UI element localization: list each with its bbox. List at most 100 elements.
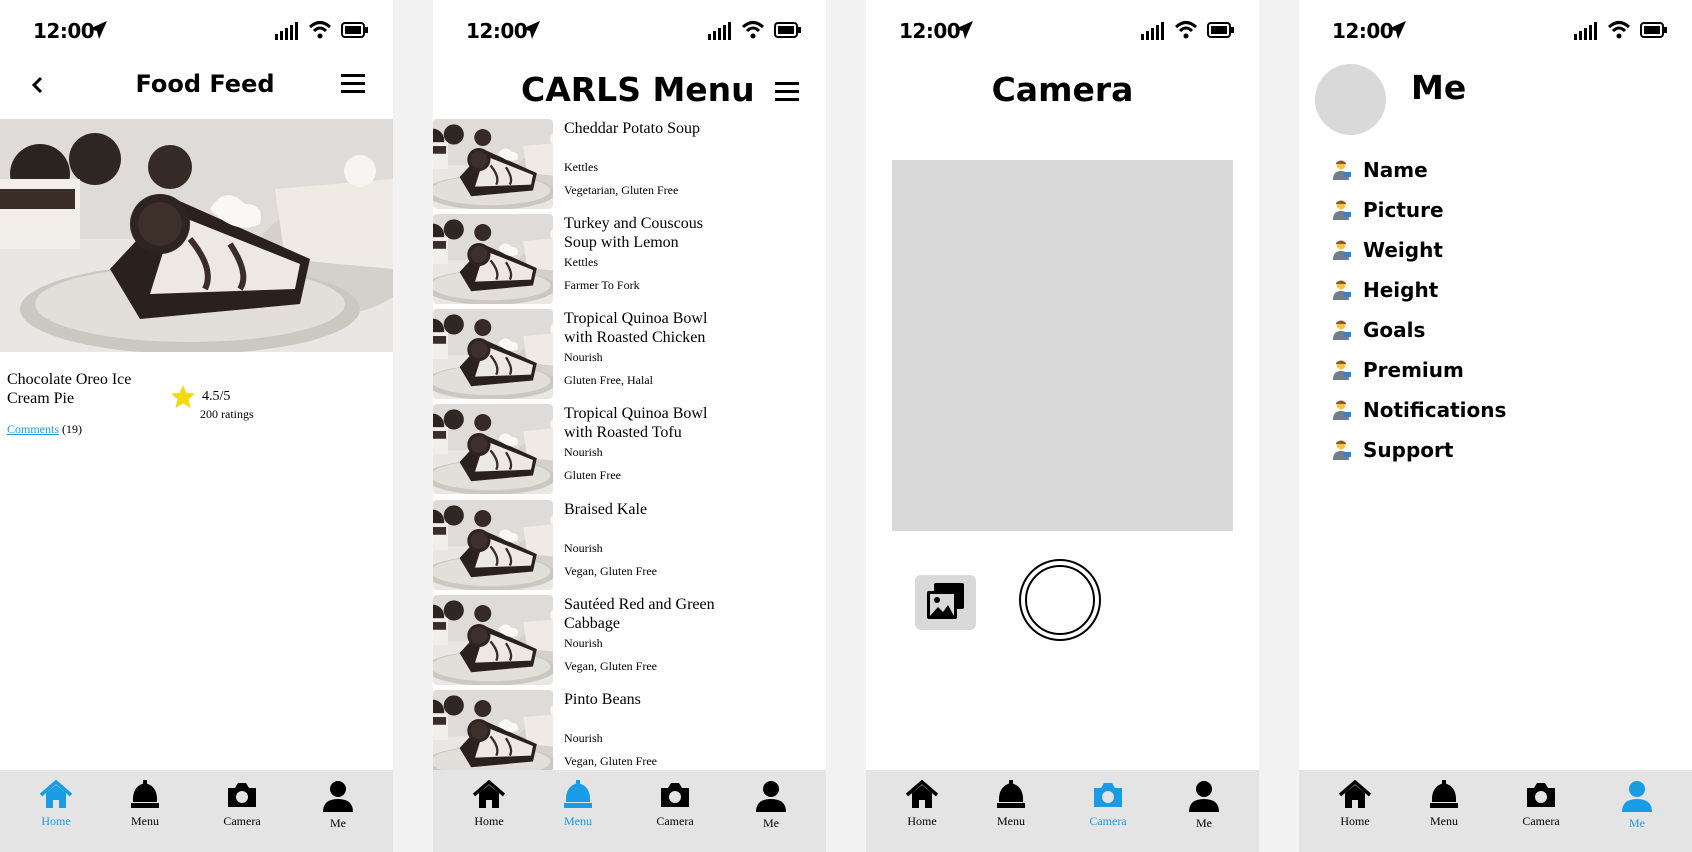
camera-icon (1527, 783, 1555, 807)
tab-bar: Home Menu Camera Me (433, 770, 826, 852)
me-item-name[interactable]: Name (1331, 155, 1428, 185)
status-time: 12:00 (33, 19, 95, 43)
battery-icon (341, 22, 368, 38)
wifi-icon (1174, 21, 1198, 39)
shutter-inner-ring (1025, 565, 1095, 635)
menu-item[interactable]: Braised Kale Nourish Vegan, Gluten Free (433, 500, 826, 590)
person-emoji-icon (1333, 160, 1351, 180)
food-name: Chocolate Oreo Ice Cream Pie (7, 371, 132, 407)
tab-home[interactable]: Home (882, 780, 962, 829)
chef-hat-icon (131, 780, 159, 808)
me-item-picture[interactable]: Picture (1331, 195, 1444, 225)
status-bar: 12:00 (1299, 0, 1692, 60)
battery-icon (774, 22, 801, 38)
tab-home[interactable]: Home (1315, 780, 1395, 829)
me-item-notifications[interactable]: Notifications (1331, 395, 1506, 425)
tab-me[interactable]: Me (1164, 780, 1244, 831)
menu-item-tags: Vegetarian, Gluten Free (564, 183, 679, 197)
menu-item[interactable]: Cheddar Potato Soup Kettles Vegetarian, … (433, 119, 826, 209)
location-icon (89, 21, 107, 39)
menu-screen: 12:00 CARLS Menu Cheddar Potato Soup Ket… (433, 0, 826, 852)
location-icon (955, 21, 973, 39)
page-title: Camera (991, 70, 1134, 109)
menu-item-name: Pinto Beans (564, 691, 641, 708)
menu-item-location: Nourish (564, 541, 603, 555)
tab-camera[interactable]: Camera (1068, 780, 1148, 829)
comments-link[interactable]: Comments (7, 422, 59, 436)
tab-menu[interactable]: Menu (538, 780, 618, 829)
tab-home[interactable]: Home (449, 780, 529, 829)
tab-camera[interactable]: Camera (202, 780, 282, 829)
menu-item[interactable]: Sautéed Red and Green Cabbage Nourish Ve… (433, 595, 826, 685)
tab-menu[interactable]: Menu (971, 780, 1051, 829)
wifi-icon (308, 21, 332, 39)
page-title: CARLS Menu (521, 70, 755, 109)
person-icon (756, 781, 786, 812)
menu-item[interactable]: Tropical Quinoa Bowl with Roasted Chicke… (433, 309, 826, 399)
rating-value: 4.5/5 (202, 389, 231, 404)
hamburger-menu-icon[interactable] (341, 74, 365, 94)
menu-item[interactable]: Turkey and Couscous Soup with Lemon Kett… (433, 214, 826, 304)
menu-item-location: Kettles (564, 160, 598, 174)
menu-item-name: Cheddar Potato Soup (564, 120, 700, 137)
status-time: 12:00 (1332, 19, 1394, 43)
me-item-support[interactable]: Support (1331, 435, 1453, 465)
camera-icon (661, 783, 689, 807)
me-item-goals[interactable]: Goals (1331, 315, 1425, 345)
star-icon (171, 385, 195, 408)
menu-item-location: Nourish (564, 731, 603, 745)
status-bar: 12:00 (866, 0, 1259, 60)
tab-home[interactable]: Home (16, 780, 96, 829)
location-icon (1388, 21, 1406, 39)
camera-icon (228, 783, 256, 807)
menu-item-tags: Gluten Free, Halal (564, 373, 653, 387)
menu-item-name: Tropical Quinoa Bowl with Roasted Chicke… (564, 310, 708, 346)
tab-camera[interactable]: Camera (1501, 780, 1581, 829)
comments-row: Comments (19) (7, 422, 82, 437)
page-title: Me (1411, 68, 1467, 107)
person-emoji-icon (1333, 200, 1351, 220)
person-emoji-icon (1333, 320, 1351, 340)
wifi-icon (741, 21, 765, 39)
me-item-weight[interactable]: Weight (1331, 235, 1443, 265)
tab-camera[interactable]: Camera (635, 780, 715, 829)
hamburger-menu-icon[interactable] (775, 82, 799, 102)
menu-item-location: Nourish (564, 445, 603, 459)
signal-icon (275, 22, 298, 40)
tab-me[interactable]: Me (298, 780, 378, 831)
tab-me[interactable]: Me (1597, 780, 1677, 831)
comments-count: (19) (62, 422, 83, 436)
menu-item-tags: Vegan, Gluten Free (564, 564, 657, 578)
menu-item-location: Nourish (564, 636, 603, 650)
person-icon (323, 781, 353, 812)
food-photo[interactable] (0, 119, 393, 352)
me-item-height[interactable]: Height (1331, 275, 1438, 305)
food-thumbnail (433, 500, 553, 590)
menu-item-name: Braised Kale (564, 501, 648, 518)
person-icon (1622, 781, 1652, 812)
signal-icon (708, 22, 731, 40)
menu-item[interactable]: Pinto Beans Nourish Vegan, Gluten Free (433, 690, 826, 770)
menu-list: Cheddar Potato Soup Kettles Vegetarian, … (433, 119, 826, 770)
menu-item-tags: Vegan, Gluten Free (564, 659, 657, 673)
gallery-button[interactable] (915, 575, 976, 630)
tab-menu[interactable]: Menu (1404, 780, 1484, 829)
menu-item-tags: Farmer To Fork (564, 278, 640, 292)
tab-me[interactable]: Me (731, 780, 811, 831)
menu-item-tags: Gluten Free (564, 468, 621, 482)
menu-item[interactable]: Tropical Quinoa Bowl with Roasted Tofu N… (433, 404, 826, 494)
signal-icon (1574, 22, 1597, 40)
person-emoji-icon (1333, 440, 1351, 460)
avatar[interactable] (1315, 64, 1386, 135)
me-item-premium[interactable]: Premium (1331, 355, 1464, 385)
camera-icon (1094, 783, 1122, 807)
food-thumbnail (433, 214, 553, 304)
home-icon (905, 780, 939, 808)
home-icon (472, 780, 506, 808)
shutter-button[interactable] (1019, 559, 1101, 641)
camera-viewfinder[interactable] (892, 160, 1233, 531)
tab-menu[interactable]: Menu (105, 780, 185, 829)
food-thumbnail (433, 404, 553, 494)
ratings-count: 200 ratings (200, 407, 254, 421)
chef-hat-icon (564, 780, 592, 808)
